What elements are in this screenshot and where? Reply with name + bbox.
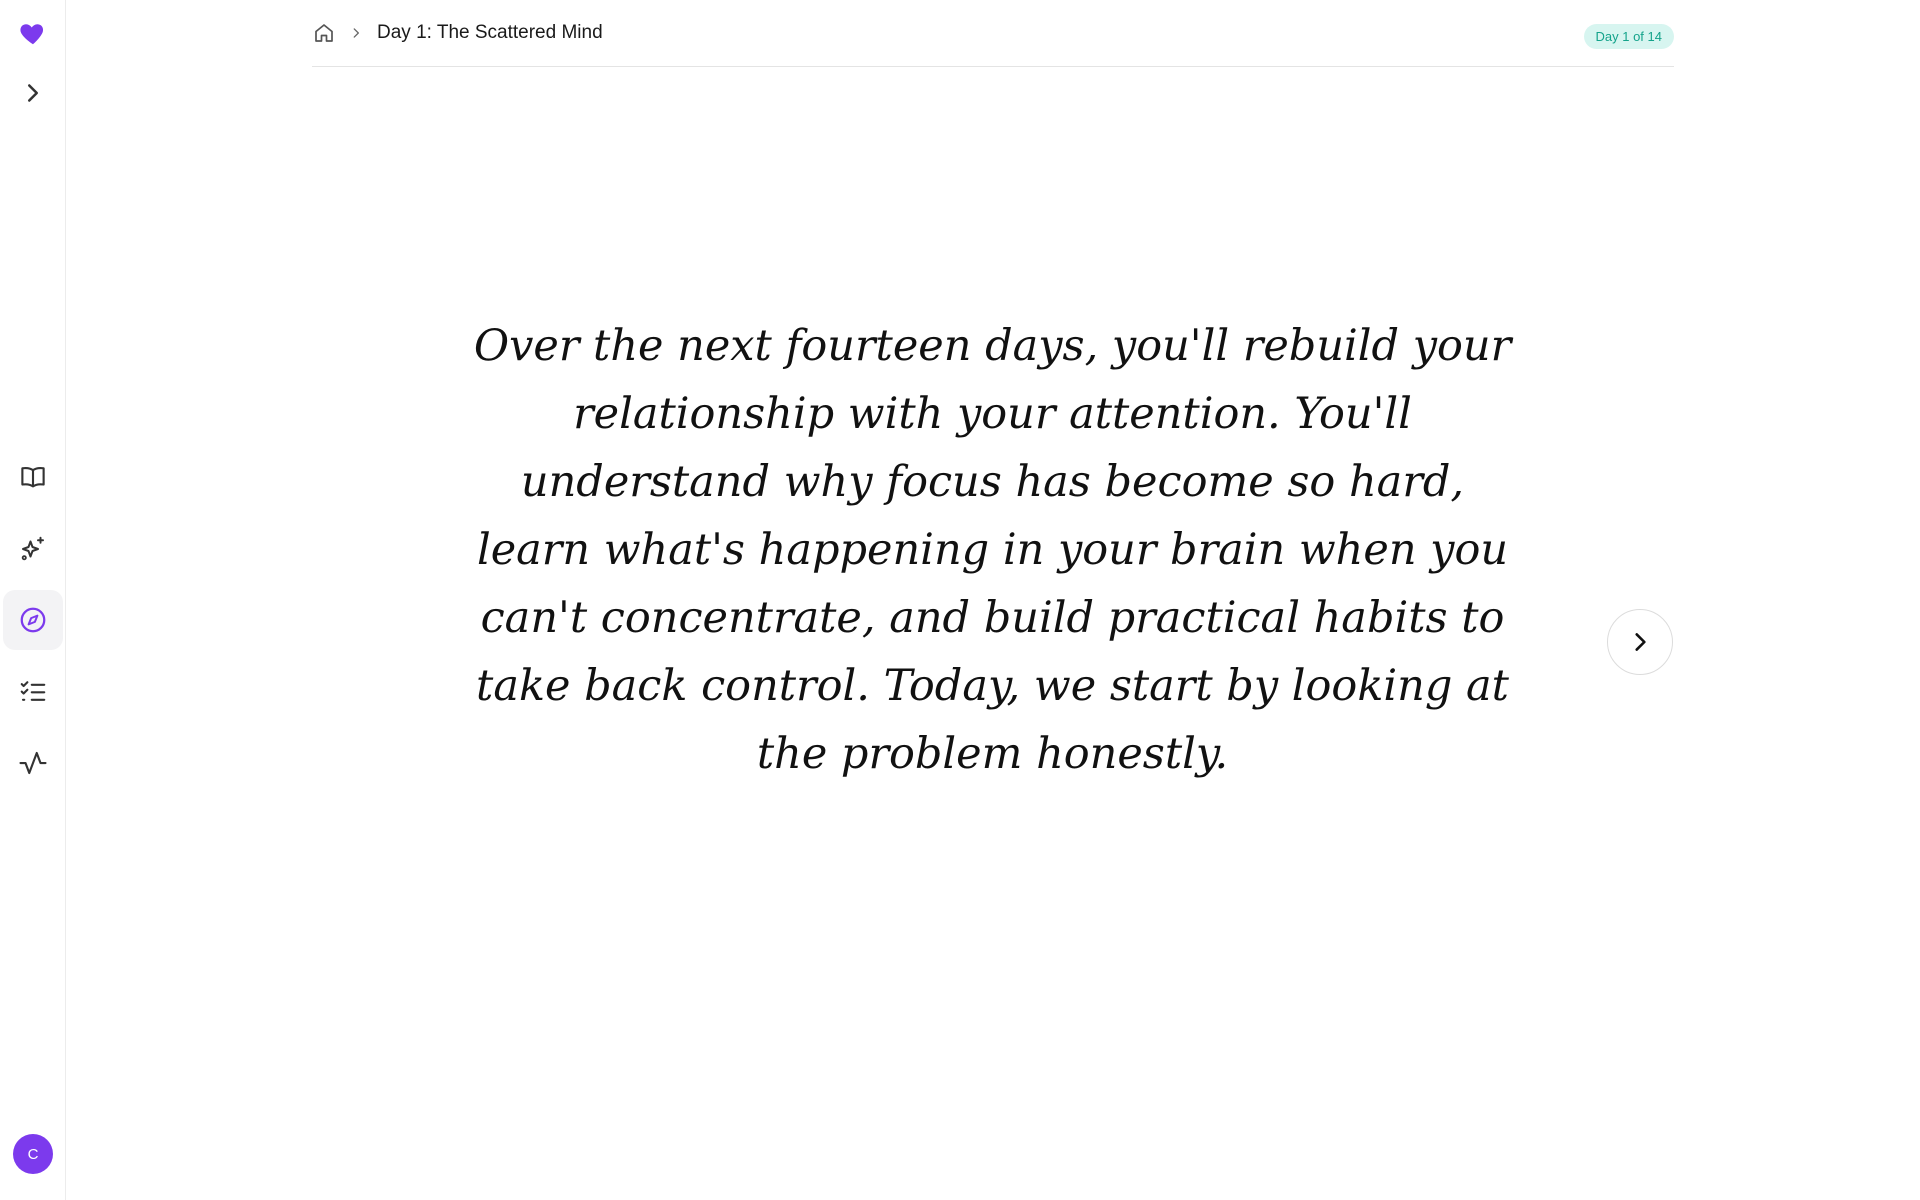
nav-learn-button[interactable] xyxy=(3,447,63,507)
day-progress-badge: Day 1 of 14 xyxy=(1583,24,1674,49)
sidebar: C xyxy=(0,0,66,1200)
lesson-quote: Over the next fourteen days, you'll rebu… xyxy=(460,312,1525,788)
nav-sparkle-button[interactable] xyxy=(3,519,63,579)
app-logo-heart-icon[interactable] xyxy=(3,3,63,63)
lesson-quote-text: Over the next fourteen days, you'll rebu… xyxy=(473,321,1512,779)
compass-icon xyxy=(20,607,46,633)
next-button[interactable] xyxy=(1607,609,1673,675)
nav-activity-button[interactable] xyxy=(3,733,63,793)
breadcrumb-header: Day 1: The Scattered Mind Day 1 of 14 xyxy=(312,0,1674,67)
open-book-icon xyxy=(21,466,45,488)
chevron-right-icon xyxy=(28,84,38,102)
home-icon xyxy=(315,24,333,42)
checklist-icon xyxy=(20,681,46,701)
nav-explore-button[interactable] xyxy=(3,590,63,650)
sparkle-icon xyxy=(21,536,44,561)
nav-tasks-button[interactable] xyxy=(3,661,63,721)
breadcrumb-separator-chevron-icon xyxy=(349,26,363,40)
expand-sidebar-button[interactable] xyxy=(3,63,63,123)
activity-icon xyxy=(19,751,47,775)
chevron-right-icon xyxy=(1635,633,1646,651)
avatar-initial: C xyxy=(27,1145,39,1163)
home-button[interactable] xyxy=(312,21,336,45)
user-avatar[interactable]: C xyxy=(13,1134,53,1174)
breadcrumb-current: Day 1: The Scattered Mind xyxy=(377,22,603,43)
